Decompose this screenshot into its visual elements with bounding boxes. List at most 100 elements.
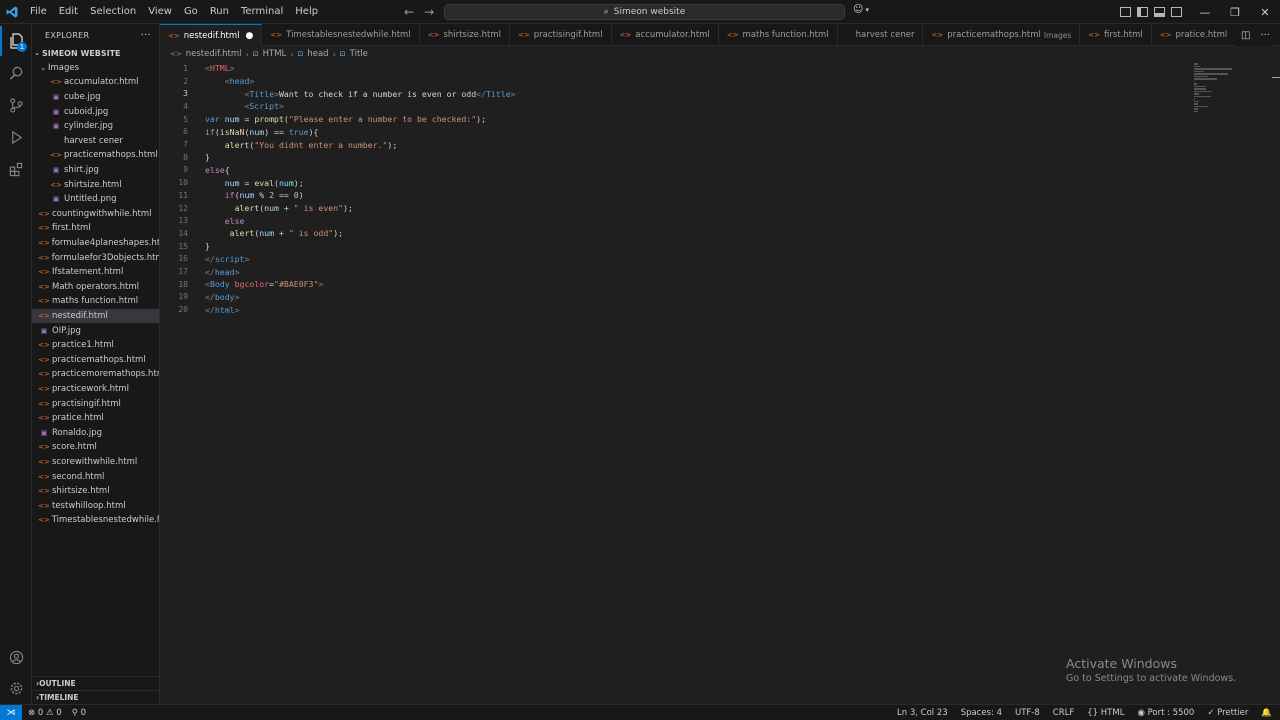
tree-file[interactable]: ▣ cube.jpg <box>32 90 159 105</box>
code-line[interactable]: 17 </head> <box>160 265 1190 278</box>
notifications-bell-icon[interactable]: 🔔 <box>1261 708 1272 718</box>
tree-file[interactable]: <> practicemathops.html <box>32 148 159 163</box>
tree-file[interactable]: ▣ Ronaldo.jpg <box>32 425 159 440</box>
code-line[interactable]: 12 alert(num + " is even"); <box>160 202 1190 215</box>
editor-tab[interactable]: <> first.html <box>1080 24 1152 46</box>
cursor-position[interactable]: Ln 3, Col 23 <box>897 708 948 718</box>
tree-file[interactable]: <> practisingif.html <box>32 396 159 411</box>
tree-file[interactable]: <> nestedif.html <box>32 308 159 324</box>
code-line[interactable]: 20 </html> <box>160 303 1190 316</box>
editor-tab[interactable]: harvest cener <box>838 24 924 46</box>
run-debug-icon[interactable] <box>0 122 32 152</box>
editor-tab[interactable]: <> pratice.html <box>1152 24 1237 46</box>
close-icon[interactable]: ✕ <box>1250 6 1280 19</box>
code-line[interactable]: 15} <box>160 240 1190 253</box>
menu-item[interactable]: Run <box>204 0 235 24</box>
customize-layout-icon[interactable] <box>1120 7 1131 17</box>
timeline-section[interactable]: › TIMELINE <box>32 690 160 704</box>
ports-indicator[interactable]: ⚲ 0 <box>72 708 86 718</box>
menu-item[interactable]: Help <box>289 0 324 24</box>
toggle-secondary-sidebar-icon[interactable] <box>1171 7 1182 17</box>
tree-file[interactable]: <> testwhilloop.html <box>32 498 159 513</box>
editor-tab[interactable]: <> nestedif.html ● <box>160 24 263 46</box>
back-arrow-icon[interactable]: ← <box>404 5 414 19</box>
editor-tab[interactable]: <> Timestablesnestedwhile.html <box>262 24 420 46</box>
editor-tab[interactable]: <> accumulator.html <box>612 24 719 46</box>
breadcrumb-item[interactable]: nestedif.html <box>186 49 242 59</box>
tree-file[interactable]: ▣ OIP.jpg <box>32 323 159 338</box>
tree-file[interactable]: ▣ cuboid.jpg <box>32 104 159 119</box>
line-ending[interactable]: CRLF <box>1053 708 1074 718</box>
source-control-icon[interactable] <box>0 90 32 120</box>
tree-file[interactable]: ▣ cylinder.jpg <box>32 119 159 134</box>
copilot-button[interactable]: ☺ ▾ <box>853 4 869 15</box>
restore-icon[interactable]: ❐ <box>1220 6 1250 19</box>
tree-file[interactable]: <> shirtsize.html <box>32 177 159 192</box>
language-mode[interactable]: {} HTML <box>1087 708 1124 718</box>
settings-gear-icon[interactable] <box>0 673 32 703</box>
tree-file[interactable]: <> countingwithwhile.html <box>32 207 159 222</box>
code-line[interactable]: 2 <head> <box>160 75 1190 88</box>
unsaved-dot-icon[interactable]: ● <box>246 31 254 41</box>
more-actions-icon[interactable]: ··· <box>1260 30 1270 41</box>
editor-tab[interactable]: <> shirtsize.html <box>420 24 510 46</box>
tree-file[interactable]: <> pratice.html <box>32 411 159 426</box>
breadcrumb-item[interactable]: HTML <box>263 49 287 59</box>
menu-item[interactable]: File <box>24 0 53 24</box>
tree-file[interactable]: ▣ Untitled.png <box>32 192 159 207</box>
code-line[interactable]: 13 else <box>160 214 1190 227</box>
extensions-icon[interactable] <box>0 154 32 184</box>
code-line[interactable]: 8} <box>160 151 1190 164</box>
breadcrumb-item[interactable]: Title <box>350 49 368 59</box>
code-line[interactable]: 11 if(num % 2 == 0) <box>160 189 1190 202</box>
editor-tab[interactable]: <> practicemathops.html Images <box>923 24 1081 46</box>
code-line[interactable]: 7 alert("You didnt enter a number."); <box>160 138 1190 151</box>
editor-tab[interactable]: <> maths function.html <box>719 24 838 46</box>
account-icon[interactable] <box>0 642 32 672</box>
workspace-root[interactable]: ⌄ SIMEON WEBSITE <box>32 46 159 61</box>
outline-section[interactable]: › OUTLINE <box>32 676 160 690</box>
tree-file[interactable]: <> Ifstatement.html <box>32 265 159 280</box>
tree-file[interactable]: <> Math operators.html <box>32 280 159 295</box>
remote-indicator-icon[interactable]: ⋊ <box>0 704 22 720</box>
forward-arrow-icon[interactable]: → <box>424 5 434 19</box>
code-line[interactable]: 9 else{ <box>160 164 1190 177</box>
indentation[interactable]: Spaces: 4 <box>961 708 1002 718</box>
tree-file[interactable]: <> score.html <box>32 440 159 455</box>
menu-item[interactable]: Terminal <box>235 0 289 24</box>
tree-file[interactable]: <> practicemathops.html <box>32 352 159 367</box>
tree-file[interactable]: harvest cener <box>32 134 159 149</box>
code-line[interactable]: 16 </script> <box>160 253 1190 266</box>
menu-item[interactable]: Edit <box>53 0 84 24</box>
editor-tab[interactable]: <> practisingif.html <box>510 24 612 46</box>
code-line[interactable]: 19 </body> <box>160 291 1190 304</box>
tree-file[interactable]: <> shirtsize.html <box>32 484 159 499</box>
menu-item[interactable]: Go <box>178 0 204 24</box>
tree-file[interactable]: <> formulae4planeshapes.ht... <box>32 236 159 251</box>
minimap[interactable] <box>1194 63 1240 112</box>
prettier-status[interactable]: ✓ Prettier <box>1207 708 1248 718</box>
code-line[interactable]: 6 if(isNaN(num) == true){ <box>160 126 1190 139</box>
encoding[interactable]: UTF-8 <box>1015 708 1040 718</box>
problems-indicator[interactable]: ⊗ 0 ⚠ 0 <box>28 708 62 718</box>
breadcrumb-item[interactable]: head <box>307 49 328 59</box>
toggle-sidebar-icon[interactable] <box>1137 7 1148 17</box>
menu-item[interactable]: Selection <box>84 0 142 24</box>
menu-item[interactable]: View <box>142 0 178 24</box>
tree-file[interactable]: <> second.html <box>32 469 159 484</box>
code-editor[interactable]: 1 <HTML> 2 <head> 3 <Title>Want to check if… <box>160 61 1280 704</box>
code-line[interactable]: 3 <Title>Want to check if a number is ev… <box>160 87 1190 100</box>
explorer-icon[interactable]: 1 <box>0 26 32 56</box>
code-line[interactable]: 1 <HTML> <box>160 62 1190 75</box>
tree-file[interactable]: ▣ shirt.jpg <box>32 163 159 178</box>
code-line[interactable]: 18 <Body bgcolor="#BAE0F3"> <box>160 278 1190 291</box>
minimize-icon[interactable]: — <box>1190 6 1220 19</box>
tree-file[interactable]: <> practicework.html <box>32 382 159 397</box>
tree-file[interactable]: <> accumulator.html <box>32 75 159 90</box>
command-center[interactable]: ⌕ Simeon website <box>444 4 845 20</box>
code-line[interactable]: 4 <Script> <box>160 100 1190 113</box>
tree-file[interactable]: <> Timestablesnestedwhile.h... <box>32 513 159 528</box>
search-icon[interactable] <box>0 58 32 88</box>
tree-folder[interactable]: ⌄ Images <box>32 61 159 76</box>
tree-file[interactable]: <> maths function.html <box>32 294 159 309</box>
